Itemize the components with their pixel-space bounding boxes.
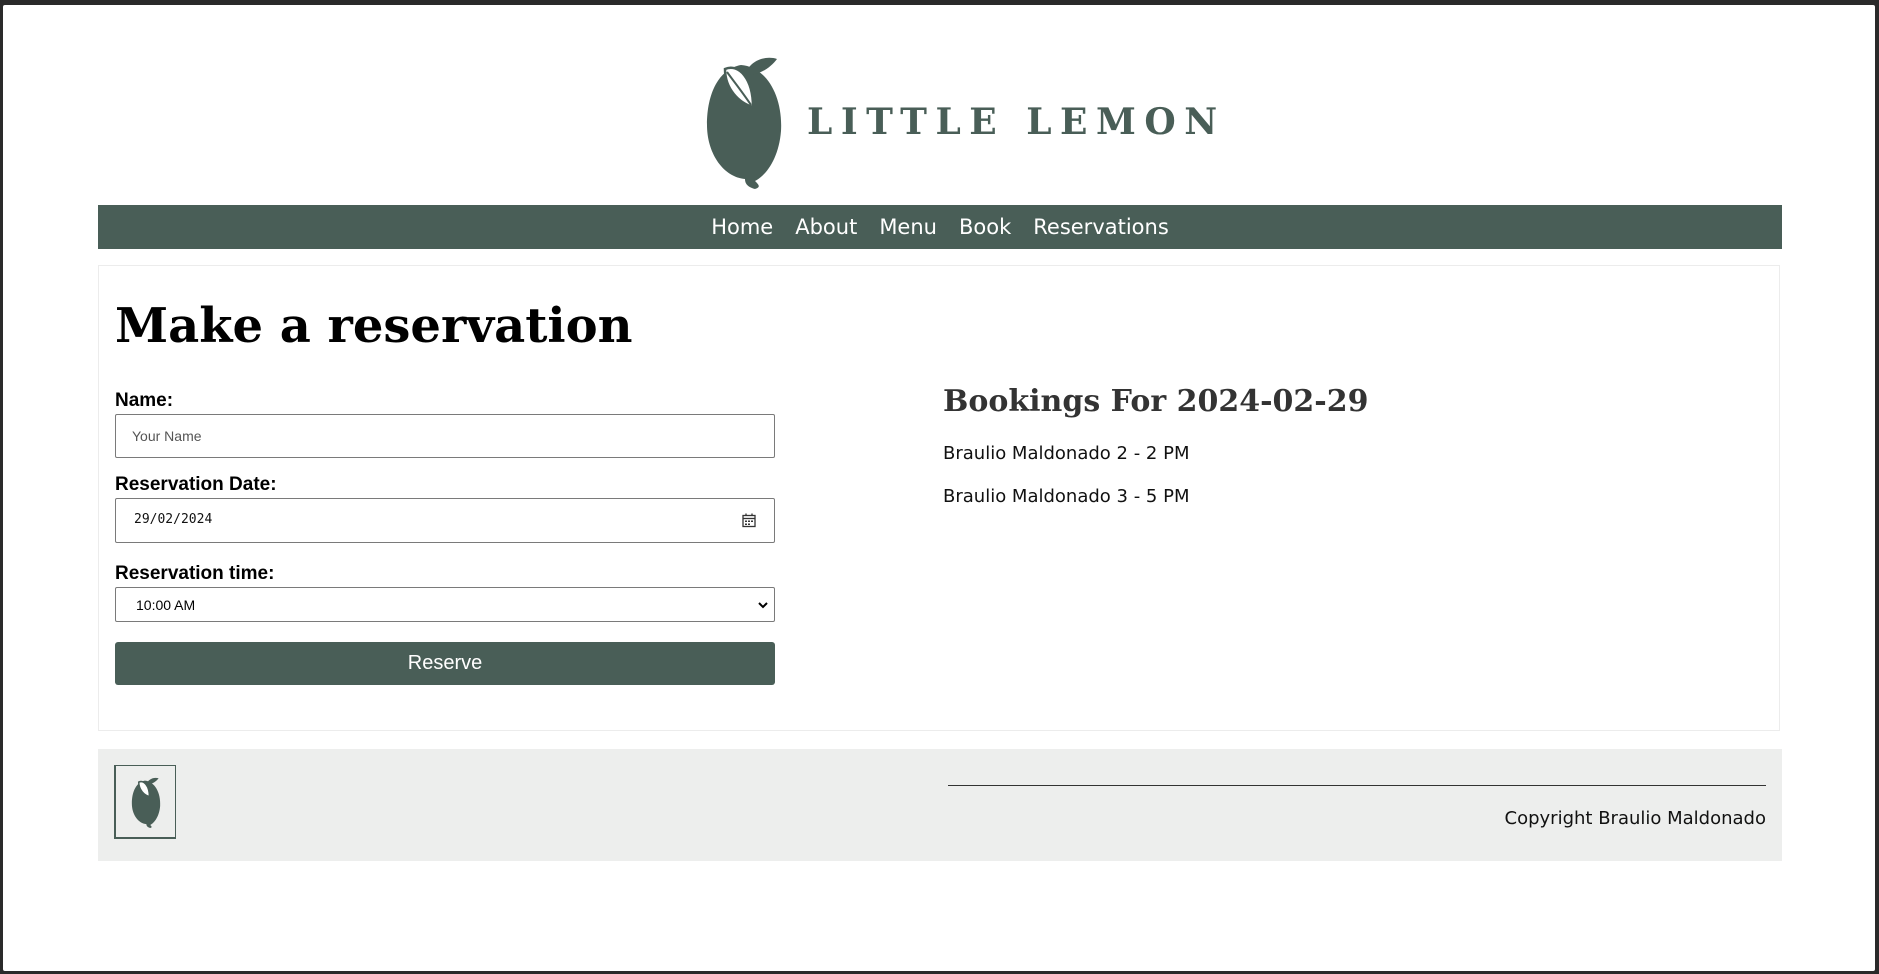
nav-item-about[interactable]: About (795, 215, 857, 239)
nav-item-home[interactable]: Home (711, 215, 773, 239)
list-item: Braulio Maldonado 3 - 5 PM (943, 486, 1190, 507)
footer-logo[interactable] (114, 765, 176, 839)
bookings-list: Braulio Maldonado 2 - 2 PM Braulio Maldo… (943, 443, 1643, 529)
page-title: Make a reservation (115, 298, 633, 354)
reservation-date-input[interactable]: 29/02/2024 (115, 498, 775, 543)
nav-item-reservations[interactable]: Reservations (1033, 215, 1169, 239)
brand-name: LITTLE LEMON (807, 101, 1226, 143)
site-footer: Copyright Braulio Maldonado (98, 749, 1782, 861)
chevron-down-icon (758, 602, 768, 609)
list-item: Braulio Maldonado 2 - 2 PM (943, 443, 1190, 464)
bookings-panel: Bookings For 2024-02-29 Braulio Maldonad… (943, 384, 1643, 529)
brand-logo[interactable]: LITTLE LEMON (705, 53, 1226, 189)
lemon-icon (707, 57, 782, 189)
browser-window: LITTLE LEMON Home About Menu Book Reserv… (3, 5, 1875, 971)
bookings-title: Bookings For 2024-02-29 (943, 384, 1369, 419)
footer-divider (948, 785, 1766, 786)
name-input[interactable] (115, 414, 775, 458)
copyright-text: Copyright Braulio Maldonado (1504, 808, 1766, 829)
reservation-time-label: Reservation time: (115, 563, 275, 584)
name-label: Name: (115, 390, 174, 411)
reservation-time-value: 10:00 AM (136, 597, 196, 613)
main-nav: Home About Menu Book Reservations (98, 205, 1782, 249)
nav-item-menu[interactable]: Menu (879, 215, 937, 239)
reservation-date-value: 29/02/2024 (134, 512, 213, 527)
reservation-date-label: Reservation Date: (115, 474, 277, 495)
reservation-form: Name: Reservation Date: 29/02/2024 (115, 390, 775, 685)
calendar-icon[interactable] (742, 513, 756, 528)
reserve-button[interactable]: Reserve (115, 642, 775, 685)
reservation-section: Make a reservation Name: Reservation Dat… (98, 265, 1780, 731)
reservation-time-select[interactable]: 10:00 AM (115, 587, 775, 622)
lemon-icon (131, 777, 160, 828)
nav-item-book[interactable]: Book (959, 215, 1011, 239)
